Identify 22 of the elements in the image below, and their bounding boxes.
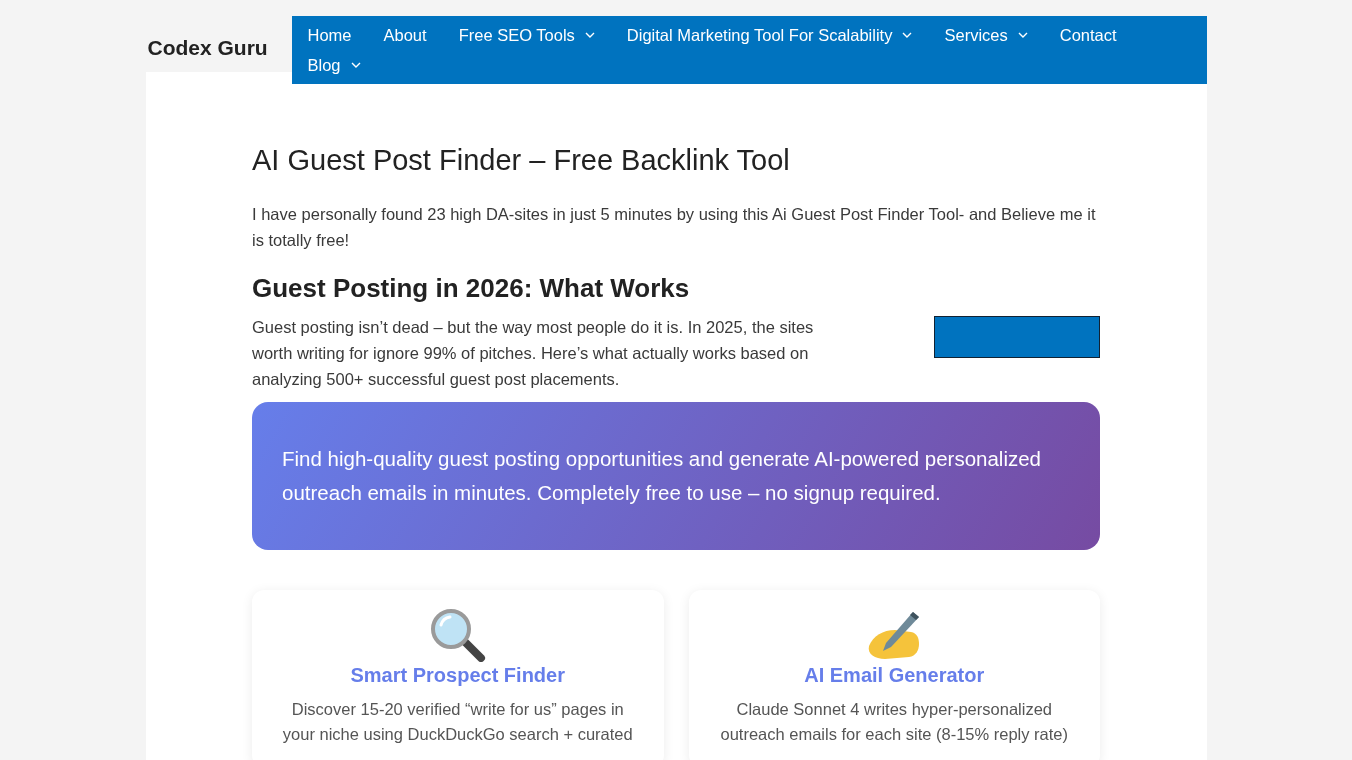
intro-text: I have personally found 23 high DA-sites in just 5 minutes by using this Ai Guest Post Finder Tool- and Believe me it is totally free! [252,204,1097,251]
feature-title: AI Email Generator [803,664,986,687]
nav-link[interactable]: Home [291,20,368,50]
nav-link[interactable]: Services [928,20,1044,50]
nav-link[interactable]: Digital Marketing Tool For Scalability [610,20,929,50]
feature-description: Discover 15-20 verified “write for us” pages in your niche using DuckDuckGo search + curated [281,699,634,745]
body-text: Guest posting isn’t dead – but the way most people do it is. In 2025, the sites worth writing for ignore 99% of pitches. Here’s what actually works based on analyzing 500+ successful guest post placements. [252,317,815,390]
nav-link[interactable]: Contact [1043,20,1133,50]
caret-icon [584,32,595,38]
section-heading: Guest Posting in 2026: What Works [252,273,691,304]
site-title[interactable]: Codex Guru [145,16,292,84]
caret-icon [350,62,361,68]
caret-icon [902,32,913,38]
page-title: AI Guest Post Finder – Free Backlink Tool [252,144,791,177]
feature-description: Claude Sonnet 4 writes hyper-personalized outreach emails for each site (8-15% reply rate) [719,699,1070,745]
banner-text: Find high-quality guest posting opportunities and generate AI-powered personalized outreach emails in minutes. Completely free to use – no signup required. [282,446,1042,506]
nav-link[interactable]: Free SEO Tools [442,20,611,50]
magnifier-icon [428,608,487,662]
nav-link[interactable]: Blog [291,50,377,80]
nav-link[interactable]: About [367,20,443,50]
feature-title: Smart Prospect Finder [349,664,566,687]
caret-icon [1017,32,1028,38]
